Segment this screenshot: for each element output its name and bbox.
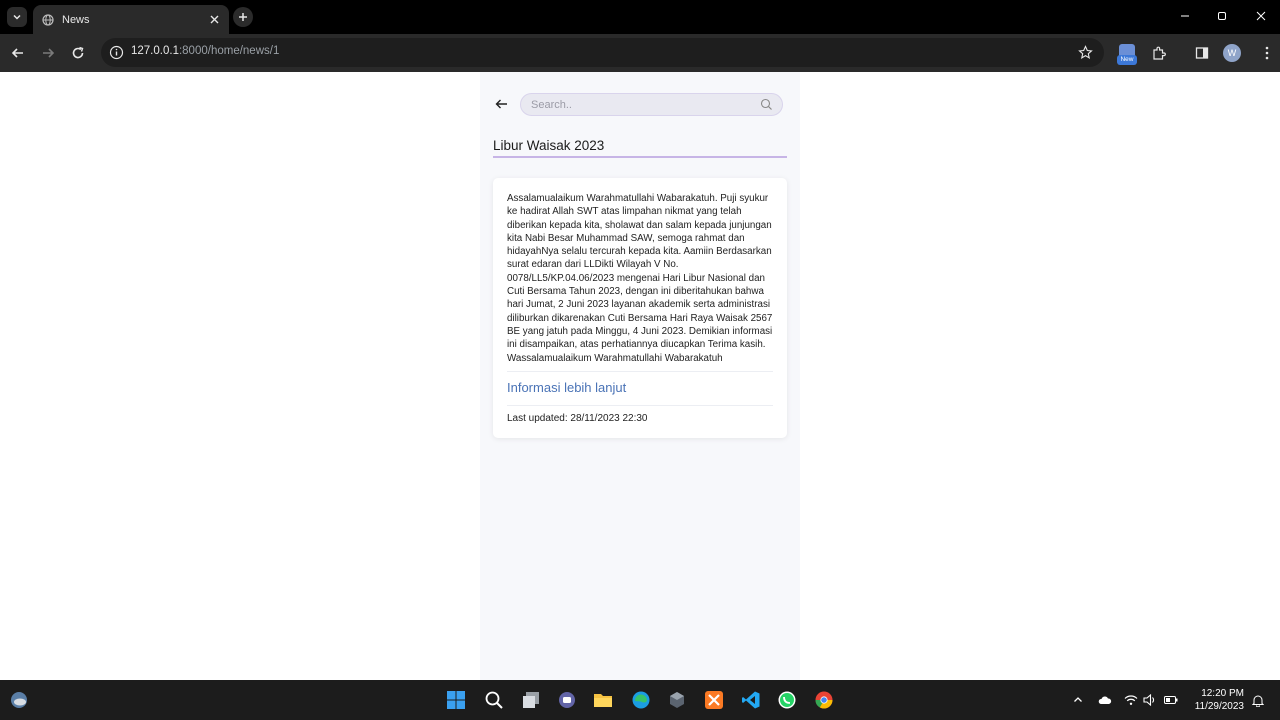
xampp-icon <box>705 691 723 709</box>
new-feature-badge[interactable]: New <box>1117 44 1137 66</box>
reload-icon <box>72 46 84 59</box>
tab-strip: News <box>0 0 1280 34</box>
xampp-button[interactable] <box>703 689 725 711</box>
chevron-up-icon <box>1074 697 1082 702</box>
more-info-link[interactable]: Informasi lebih lanjut <box>507 380 626 395</box>
address-bar[interactable]: 127.0.0.1:8000/home/news/1 <box>101 38 1104 67</box>
search-icon <box>485 691 503 709</box>
minimize-button[interactable] <box>1178 9 1192 23</box>
wifi-icon <box>1124 695 1138 705</box>
app-button[interactable] <box>666 689 688 711</box>
arrow-left-icon <box>495 99 507 109</box>
file-explorer-button[interactable] <box>592 689 614 711</box>
chevron-down-icon <box>13 14 21 20</box>
whatsapp-icon <box>778 691 796 709</box>
battery-icon <box>1164 696 1178 704</box>
taskbar-search-button[interactable] <box>483 689 505 711</box>
minimize-icon <box>1181 15 1189 17</box>
card-divider <box>507 371 773 372</box>
volume-button[interactable] <box>1143 693 1157 707</box>
teams-chat-button[interactable] <box>556 689 578 711</box>
page-back-button[interactable] <box>493 96 509 112</box>
close-icon <box>210 15 218 24</box>
maximize-button[interactable] <box>1215 9 1229 23</box>
cloud-icon <box>1098 696 1112 704</box>
browser-toolbar: 127.0.0.1:8000/home/news/1 New W <box>0 34 1280 72</box>
weather-widget[interactable] <box>8 689 30 711</box>
chat-icon <box>559 692 575 708</box>
vscode-button[interactable] <box>740 689 762 711</box>
notifications-button[interactable] <box>1251 693 1265 707</box>
speaker-icon <box>1143 694 1155 706</box>
profile-avatar[interactable]: W <box>1223 44 1241 62</box>
side-panel-button[interactable] <box>1193 44 1211 62</box>
tab-news[interactable]: News <box>33 5 229 34</box>
new-badge-label: New <box>1117 55 1137 65</box>
weather-icon <box>11 692 27 708</box>
url-path: :8000/home/news/1 <box>178 45 280 57</box>
title-divider <box>493 156 787 158</box>
bookmark-star-icon[interactable] <box>1078 45 1093 60</box>
edge-icon <box>632 691 650 709</box>
wifi-button[interactable] <box>1124 693 1138 707</box>
cube-icon <box>670 692 684 708</box>
back-button[interactable] <box>9 44 27 62</box>
page-viewport: Libur Waisak 2023 Assalamualaikum Warahm… <box>0 72 1280 680</box>
puzzle-icon <box>1152 46 1166 60</box>
browser-menu-button[interactable] <box>1258 44 1276 62</box>
tab-title: News <box>62 13 90 26</box>
tab-search-button[interactable] <box>7 7 27 27</box>
folder-icon <box>594 694 612 707</box>
clock-date: 11/29/2023 <box>1194 701 1244 712</box>
globe-icon <box>42 13 54 26</box>
task-view-icon <box>523 692 539 708</box>
arrow-left-icon <box>11 48 23 58</box>
edge-button[interactable] <box>630 689 652 711</box>
tab-close-button[interactable] <box>207 13 221 27</box>
clock[interactable]: 12:20 PM 11/29/2023 <box>1195 687 1244 713</box>
onedrive-button[interactable] <box>1098 693 1112 707</box>
url-text: 127.0.0.1:8000/home/news/1 <box>131 45 279 57</box>
windows-icon <box>447 691 465 709</box>
start-button[interactable] <box>445 689 467 711</box>
more-vertical-icon <box>1265 46 1269 60</box>
task-view-button[interactable] <box>520 689 542 711</box>
close-icon <box>1256 11 1266 21</box>
chrome-button[interactable] <box>813 689 835 711</box>
close-window-button[interactable] <box>1254 9 1268 23</box>
news-body: Assalamualaikum Warahmatullahi Wabarakat… <box>507 193 773 364</box>
battery-button[interactable] <box>1164 693 1178 707</box>
last-updated-text: Last updated: 28/11/2023 22:30 <box>507 413 648 424</box>
whatsapp-button[interactable] <box>776 689 798 711</box>
search-input[interactable] <box>531 97 751 113</box>
plus-icon <box>239 13 247 21</box>
taskbar: 12:20 PM 11/29/2023 <box>0 680 1280 720</box>
bell-icon <box>1252 695 1264 707</box>
forward-button[interactable] <box>39 44 57 62</box>
side-panel-icon <box>1195 47 1209 59</box>
chrome-icon <box>815 691 833 709</box>
show-hidden-icons-button[interactable] <box>1071 693 1085 707</box>
clock-time: 12:20 PM <box>1201 688 1244 699</box>
vscode-icon <box>742 691 760 709</box>
site-info-icon[interactable] <box>109 45 124 60</box>
page-title: Libur Waisak 2023 <box>493 138 605 153</box>
new-tab-button[interactable] <box>233 7 253 27</box>
arrow-right-icon <box>43 48 55 58</box>
app-column: Libur Waisak 2023 Assalamualaikum Warahm… <box>480 72 800 680</box>
search-icon[interactable] <box>760 98 773 111</box>
search-box <box>520 93 783 116</box>
url-host: 127.0.0.1 <box>131 45 179 57</box>
reload-button[interactable] <box>69 44 87 62</box>
news-card: Assalamualaikum Warahmatullahi Wabarakat… <box>493 178 787 438</box>
maximize-icon <box>1218 12 1226 20</box>
extensions-button[interactable] <box>1149 44 1167 62</box>
card-divider <box>507 405 773 406</box>
